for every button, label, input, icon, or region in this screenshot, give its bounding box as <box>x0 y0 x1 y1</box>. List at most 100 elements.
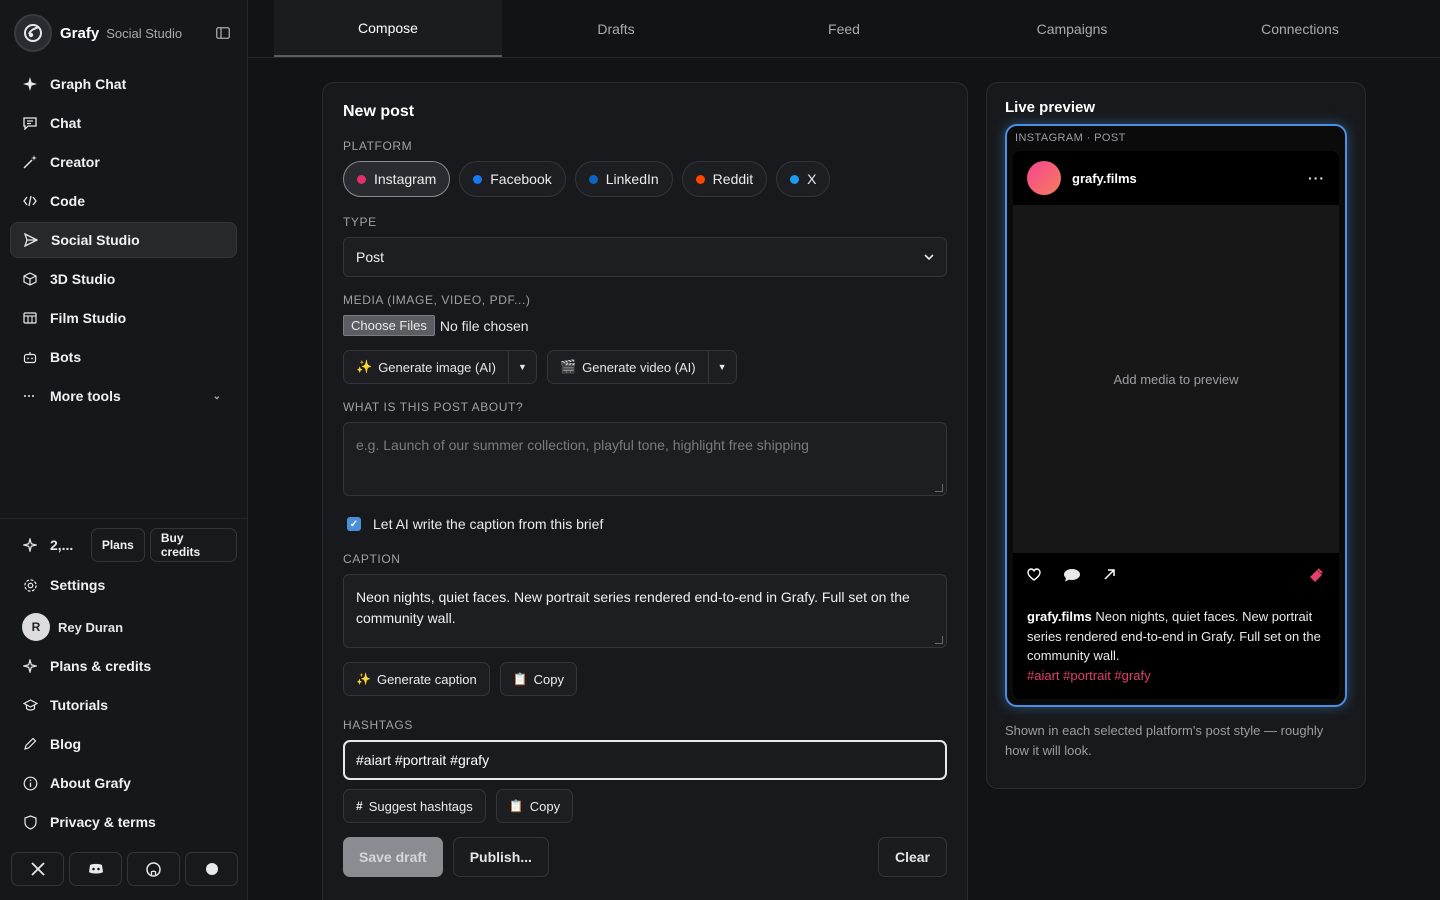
nav-item-bots[interactable]: Bots <box>10 339 237 375</box>
chip-label: Instagram <box>374 171 437 187</box>
generate-video-button[interactable]: 🎬 Generate video (AI) <box>548 351 709 383</box>
nav-item-about[interactable]: About Grafy <box>10 765 237 801</box>
platform-chip-facebook[interactable]: Facebook <box>459 161 566 197</box>
sparkles-icon: ✨ <box>356 359 373 374</box>
nav-item-3d-studio[interactable]: 3D Studio <box>10 261 237 297</box>
credits-balance: 2,... <box>49 537 74 553</box>
heart-icon[interactable] <box>1027 568 1041 584</box>
tab-feed[interactable]: Feed <box>730 0 958 57</box>
publish-button[interactable]: Publish... <box>452 837 549 877</box>
chip-label: X <box>807 171 817 187</box>
platform-chip-reddit[interactable]: Reddit <box>681 161 768 197</box>
nav-label: Privacy & terms <box>50 814 156 830</box>
nav-item-creator[interactable]: Creator <box>10 144 237 180</box>
chip-label: Reddit <box>712 171 754 187</box>
tab-compose[interactable]: Compose <box>274 0 502 57</box>
nav-item-tutorials[interactable]: Tutorials <box>10 687 237 723</box>
avatar <box>1027 161 1061 195</box>
platform-chip-x[interactable]: X <box>776 161 831 197</box>
nav-label: More tools <box>50 388 121 404</box>
generate-image-button[interactable]: ✨ Generate image (AI) <box>344 351 509 383</box>
nav-item-blog[interactable]: Blog <box>10 726 237 762</box>
nav-label: Settings <box>50 577 106 593</box>
plans-button[interactable]: Plans <box>90 528 145 562</box>
suggest-hashtags-button[interactable]: # Suggest hashtags <box>343 789 486 823</box>
clear-button[interactable]: Clear <box>877 837 947 877</box>
caret-down-icon[interactable]: ▼ <box>709 351 736 383</box>
nav-item-film-studio[interactable]: Film Studio <box>10 300 237 336</box>
nav-item-plans-credits[interactable]: Plans & credits <box>10 648 237 684</box>
x-logo-icon[interactable] <box>11 852 64 886</box>
post-media-placeholder: Add media to preview <box>1013 205 1339 553</box>
button-label: Copy <box>529 798 561 814</box>
choose-files-button[interactable]: Choose Files <box>343 315 435 336</box>
media-gen-row: ✨ Generate image (AI) ▼ 🎬 Generate video (… <box>343 350 947 384</box>
hashtag-actions: # Suggest hashtags 📋 Copy <box>343 789 947 823</box>
bookmark-icon[interactable] <box>1307 566 1325 587</box>
buy-credits-button[interactable]: Buy credits <box>149 528 238 562</box>
resize-handle-icon[interactable] <box>935 484 943 492</box>
sparkle-icon <box>22 76 38 92</box>
sidebar-toggle-icon[interactable] <box>213 23 233 43</box>
post-caption: grafy.films Neon nights, quiet faces. Ne… <box>1013 599 1339 666</box>
share-icon[interactable] <box>1103 568 1116 584</box>
nav-label: Film Studio <box>50 310 127 326</box>
resize-handle-icon[interactable] <box>935 636 943 644</box>
generate-caption-button[interactable]: ✨ Generate caption <box>343 662 490 696</box>
nav-label: Blog <box>50 736 82 752</box>
sidebar-footer: 2,... Plans Buy credits Settings R Rey D… <box>0 518 247 843</box>
send-icon <box>23 232 39 248</box>
file-input: Choose Files No file chosen <box>343 315 947 336</box>
instagram-post-preview: grafy.films ··· Add media to preview gra… <box>1013 151 1339 699</box>
user-profile[interactable]: R Rey Duran <box>10 606 237 648</box>
more-options-icon[interactable]: ··· <box>1308 170 1325 186</box>
nav-item-more-tools[interactable]: More tools ⌄ <box>10 378 237 414</box>
platform-chip-instagram[interactable]: Instagram <box>343 161 451 197</box>
brand-subtitle: Social Studio <box>106 25 183 41</box>
card-title: New post <box>343 103 415 120</box>
nav-item-code[interactable]: Code <box>10 183 237 219</box>
chip-label: LinkedIn <box>605 171 659 187</box>
nav-item-chat[interactable]: Chat <box>10 105 237 141</box>
brief-textarea[interactable]: e.g. Launch of our summer collection, pl… <box>343 422 947 496</box>
post-actions <box>1013 553 1339 599</box>
type-select[interactable]: Post <box>343 237 947 277</box>
caret-down-icon[interactable]: ▼ <box>509 351 536 383</box>
circle-icon[interactable] <box>185 852 238 886</box>
hashtags-input[interactable]: #aiart #portrait #grafy <box>343 740 947 780</box>
nav-item-privacy[interactable]: Privacy & terms <box>10 804 237 840</box>
preview-frame: INSTAGRAM · POST grafy.films ··· Add med… <box>1005 124 1347 707</box>
github-icon[interactable] <box>127 852 180 886</box>
grafy-logo-icon[interactable] <box>14 14 52 52</box>
save-draft-button[interactable]: Save draft <box>343 837 443 877</box>
linkedin-dot-icon <box>588 174 598 184</box>
caption-username: grafy.films <box>1027 609 1092 624</box>
nav-item-social-studio[interactable]: Social Studio <box>10 222 237 258</box>
tab-campaigns[interactable]: Campaigns <box>958 0 1186 57</box>
platform-chip-linkedin[interactable]: LinkedIn <box>574 161 673 197</box>
tab-drafts[interactable]: Drafts <box>502 0 730 57</box>
live-preview-card: Live preview INSTAGRAM · POST grafy.film… <box>986 82 1366 789</box>
button-label: Generate video (AI) <box>582 359 696 375</box>
brand-header: Grafy Social Studio <box>0 0 247 66</box>
chevron-down-icon: ⌄ <box>212 390 221 402</box>
pen-icon <box>22 736 38 752</box>
discord-icon[interactable] <box>69 852 122 886</box>
chip-label: Facebook <box>490 171 552 187</box>
nav-item-graph-chat[interactable]: Graph Chat <box>10 66 237 102</box>
copy-caption-button[interactable]: 📋 Copy <box>499 662 577 696</box>
nav-label: Tutorials <box>50 697 109 713</box>
caption-textarea[interactable]: Neon nights, quiet faces. New portrait s… <box>343 574 947 648</box>
tab-connections[interactable]: Connections <box>1186 0 1414 57</box>
media-placeholder-text: Add media to preview <box>1113 371 1239 387</box>
new-post-card: New post PLATFORM Instagram Facebook Lin… <box>322 82 968 900</box>
copy-hashtags-button[interactable]: 📋 Copy <box>495 789 574 823</box>
form-actions: Save draft Publish... Clear <box>343 837 947 877</box>
hash-icon: # <box>356 799 363 813</box>
comment-icon[interactable] <box>1063 568 1081 585</box>
chevron-down-icon <box>924 251 934 263</box>
nav-item-settings[interactable]: Settings <box>10 567 237 603</box>
ai-caption-checkbox[interactable]: ✓ <box>347 517 361 531</box>
post-header: grafy.films ··· <box>1013 151 1339 205</box>
platform-chips: Instagram Facebook LinkedIn Reddit X <box>343 161 947 197</box>
